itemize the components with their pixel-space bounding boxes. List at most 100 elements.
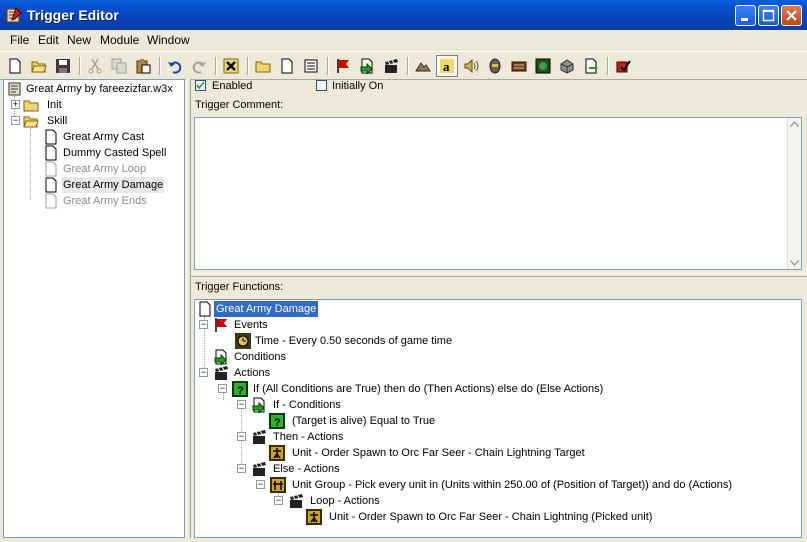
collapse-icon[interactable]: − bbox=[199, 320, 208, 329]
unit-icon bbox=[269, 445, 285, 461]
menu-file[interactable]: File bbox=[10, 33, 29, 47]
question-icon: ? bbox=[232, 381, 248, 397]
campaign-editor-icon[interactable] bbox=[508, 55, 530, 77]
events-label: Events bbox=[234, 319, 268, 331]
unit-icon bbox=[306, 509, 322, 525]
toolbar: a bbox=[0, 51, 807, 80]
toolbar-separator bbox=[215, 57, 217, 75]
trigger-editor-icon[interactable]: a bbox=[436, 55, 458, 77]
terrain-editor-icon[interactable] bbox=[412, 55, 434, 77]
trigger-document-icon bbox=[45, 177, 57, 193]
folder-open-icon bbox=[23, 116, 39, 128]
collapse-icon[interactable]: − bbox=[237, 400, 246, 409]
condition-icon bbox=[252, 397, 265, 413]
trigger-label: Great Army Ends bbox=[63, 195, 147, 207]
save-icon[interactable] bbox=[52, 55, 74, 77]
event-flag-icon bbox=[215, 318, 227, 332]
trigger-label: Dummy Casted Spell bbox=[63, 147, 167, 159]
paste-icon[interactable] bbox=[132, 55, 154, 77]
svg-text:?: ? bbox=[274, 417, 281, 429]
unit-group-icon bbox=[270, 477, 286, 493]
initially-on-checkbox[interactable] bbox=[316, 80, 327, 91]
collapse-icon[interactable]: − bbox=[199, 368, 208, 377]
new-trigger-icon[interactable] bbox=[276, 55, 298, 77]
unit-group-label: Unit Group - Pick every unit in (Units w… bbox=[292, 479, 732, 491]
trigger-comment-label: Trigger Comment: bbox=[195, 99, 284, 111]
condition-label: (Target is alive) Equal to True bbox=[292, 415, 436, 427]
action-clapper-icon bbox=[253, 430, 266, 444]
svg-text:a: a bbox=[443, 59, 450, 74]
trigger-document-icon bbox=[45, 145, 57, 161]
object-editor-icon[interactable] bbox=[484, 55, 506, 77]
action-clapper-icon bbox=[215, 366, 228, 380]
enabled-label[interactable]: Enabled bbox=[212, 80, 252, 92]
trigger-document-disabled-icon bbox=[45, 161, 57, 177]
title-bar: Trigger Editor bbox=[0, 0, 807, 30]
open-icon[interactable] bbox=[28, 55, 50, 77]
trigger-tree-panel: Great Army by fareezizfar.w3x + Init − S… bbox=[3, 79, 185, 538]
menu-edit[interactable]: Edit bbox=[38, 33, 59, 47]
sound-editor-icon[interactable] bbox=[460, 55, 482, 77]
test-map-icon[interactable] bbox=[612, 55, 634, 77]
minimize-button[interactable] bbox=[735, 5, 756, 26]
menu-window[interactable]: Window bbox=[147, 33, 190, 47]
import-manager-icon[interactable] bbox=[580, 55, 602, 77]
toolbar-separator bbox=[247, 57, 249, 75]
expand-icon[interactable]: + bbox=[11, 100, 20, 109]
trigger-comment-textarea[interactable] bbox=[194, 117, 802, 270]
function-root-label: Great Army Damage bbox=[214, 301, 319, 317]
new-category-icon[interactable] bbox=[252, 55, 274, 77]
new-icon[interactable] bbox=[4, 55, 26, 77]
copy-icon[interactable] bbox=[108, 55, 130, 77]
cut-icon[interactable] bbox=[84, 55, 106, 77]
toolbar-separator bbox=[159, 57, 161, 75]
trigger-functions-tree: Great Army Damage − Events Time - Every … bbox=[194, 299, 802, 538]
tree-connector bbox=[30, 128, 31, 200]
menu-bar: File Edit New Module Window bbox=[0, 30, 807, 50]
category-label: Skill bbox=[47, 115, 68, 127]
comment-scrollbar[interactable] bbox=[787, 118, 801, 269]
toolbar-separator bbox=[607, 57, 609, 75]
toolbar-separator bbox=[79, 57, 81, 75]
vertical-splitter[interactable] bbox=[186, 79, 191, 538]
checkmark-icon bbox=[196, 81, 205, 90]
horizontal-splitter[interactable] bbox=[191, 273, 807, 277]
collapse-icon[interactable]: − bbox=[218, 384, 227, 393]
menu-module[interactable]: Module bbox=[100, 33, 139, 47]
toolbar-separator bbox=[327, 57, 329, 75]
redo-icon[interactable] bbox=[188, 55, 210, 77]
clock-icon bbox=[235, 333, 251, 349]
object-manager-icon[interactable] bbox=[556, 55, 578, 77]
action-label: Unit - Order Spawn to Orc Far Seer - Cha… bbox=[292, 447, 585, 459]
delete-icon[interactable] bbox=[220, 55, 242, 77]
menu-new[interactable]: New bbox=[67, 33, 91, 47]
collapse-icon[interactable]: − bbox=[237, 464, 246, 473]
close-button[interactable] bbox=[781, 5, 802, 26]
toolbar-separator bbox=[407, 57, 409, 75]
if-conditions-label: If - Conditions bbox=[273, 399, 341, 411]
map-scroll-icon bbox=[8, 82, 21, 96]
collapse-icon[interactable]: − bbox=[237, 432, 246, 441]
initially-on-label[interactable]: Initially On bbox=[332, 80, 383, 92]
collapse-icon[interactable]: − bbox=[256, 480, 265, 489]
trigger-editor-app-icon bbox=[6, 7, 22, 23]
question-icon: ? bbox=[269, 413, 285, 429]
enabled-checkbox[interactable] bbox=[195, 80, 206, 91]
collapse-icon[interactable]: − bbox=[11, 116, 20, 125]
scroll-up-icon[interactable] bbox=[790, 121, 799, 127]
ai-editor-icon[interactable] bbox=[532, 55, 554, 77]
trigger-document-disabled-icon bbox=[45, 193, 57, 209]
new-comment-icon[interactable] bbox=[300, 55, 322, 77]
maximize-button[interactable] bbox=[758, 5, 779, 26]
scroll-down-icon[interactable] bbox=[790, 260, 799, 266]
undo-icon[interactable] bbox=[164, 55, 186, 77]
collapse-icon[interactable]: − bbox=[274, 496, 283, 505]
action-clapper-icon bbox=[290, 494, 303, 508]
new-event-icon[interactable] bbox=[332, 55, 354, 77]
window-title: Trigger Editor bbox=[27, 7, 119, 23]
trigger-functions-label: Trigger Functions: bbox=[195, 281, 284, 293]
trigger-label: Great Army Damage bbox=[62, 177, 165, 193]
new-action-icon[interactable] bbox=[380, 55, 402, 77]
condition-icon bbox=[214, 349, 227, 365]
new-condition-icon[interactable] bbox=[356, 55, 378, 77]
